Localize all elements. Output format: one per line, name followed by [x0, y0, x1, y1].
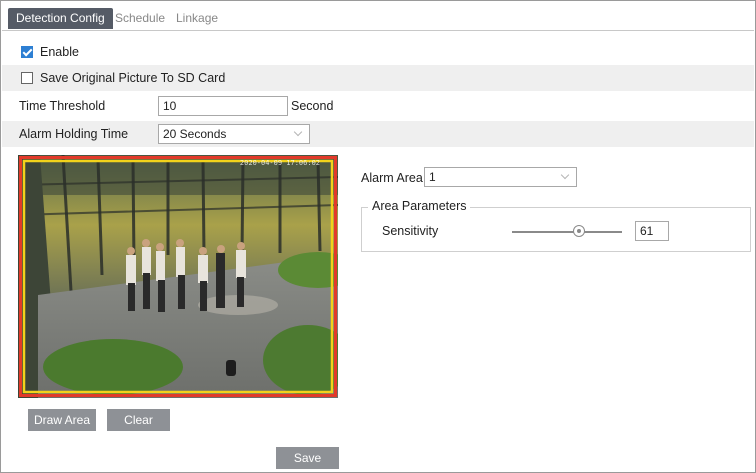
alarm-holding-value: 20 Seconds — [163, 127, 227, 141]
tab-detection-config[interactable]: Detection Config — [8, 8, 113, 29]
save-picture-checkbox[interactable] — [21, 72, 33, 84]
enable-label: Enable — [40, 45, 79, 59]
time-threshold-label: Time Threshold — [19, 99, 106, 113]
area-parameters-group: Area Parameters Sensitivity 61 — [361, 199, 751, 252]
save-button[interactable]: Save — [276, 447, 339, 469]
sensitivity-label: Sensitivity — [382, 224, 439, 238]
chevron-down-icon — [560, 170, 570, 180]
save-picture-label: Save Original Picture To SD Card — [40, 71, 226, 85]
video-timestamp: 2020-04-09 17:06:02 — [239, 159, 320, 167]
sensitivity-slider-track[interactable] — [512, 231, 622, 233]
sensitivity-slider-thumb[interactable] — [573, 225, 586, 237]
camera-scene — [18, 155, 338, 398]
draw-area-button[interactable]: Draw Area — [28, 409, 96, 431]
enable-checkbox[interactable] — [21, 46, 33, 58]
tab-schedule[interactable]: Schedule — [115, 7, 165, 29]
alarm-area-label: Alarm Area — [361, 171, 423, 185]
alarm-area-value: 1 — [429, 170, 436, 184]
enable-row: Enable — [2, 39, 754, 65]
area-parameters-title: Area Parameters — [368, 199, 471, 213]
video-preview[interactable]: 2020-04-09 17:06:02 — [18, 155, 338, 398]
config-panel: Detection Config Schedule Linkage Enable… — [0, 0, 756, 473]
save-picture-row: Save Original Picture To SD Card — [2, 65, 754, 91]
time-threshold-unit: Second — [291, 99, 334, 113]
sensitivity-input[interactable]: 61 — [635, 221, 669, 241]
time-threshold-input[interactable]: 10 — [158, 96, 288, 116]
alarm-holding-label: Alarm Holding Time — [19, 127, 129, 141]
chevron-down-icon — [293, 127, 303, 137]
clear-button[interactable]: Clear — [107, 409, 170, 431]
tab-linkage[interactable]: Linkage — [176, 7, 218, 29]
time-threshold-row: Time Threshold 10 Second — [2, 93, 754, 119]
alarm-holding-select[interactable]: 20 Seconds — [158, 124, 310, 144]
alarm-holding-row: Alarm Holding Time 20 Seconds — [2, 121, 754, 147]
alarm-area-select[interactable]: 1 — [424, 167, 577, 187]
tab-bar: Detection Config Schedule Linkage — [2, 2, 754, 31]
